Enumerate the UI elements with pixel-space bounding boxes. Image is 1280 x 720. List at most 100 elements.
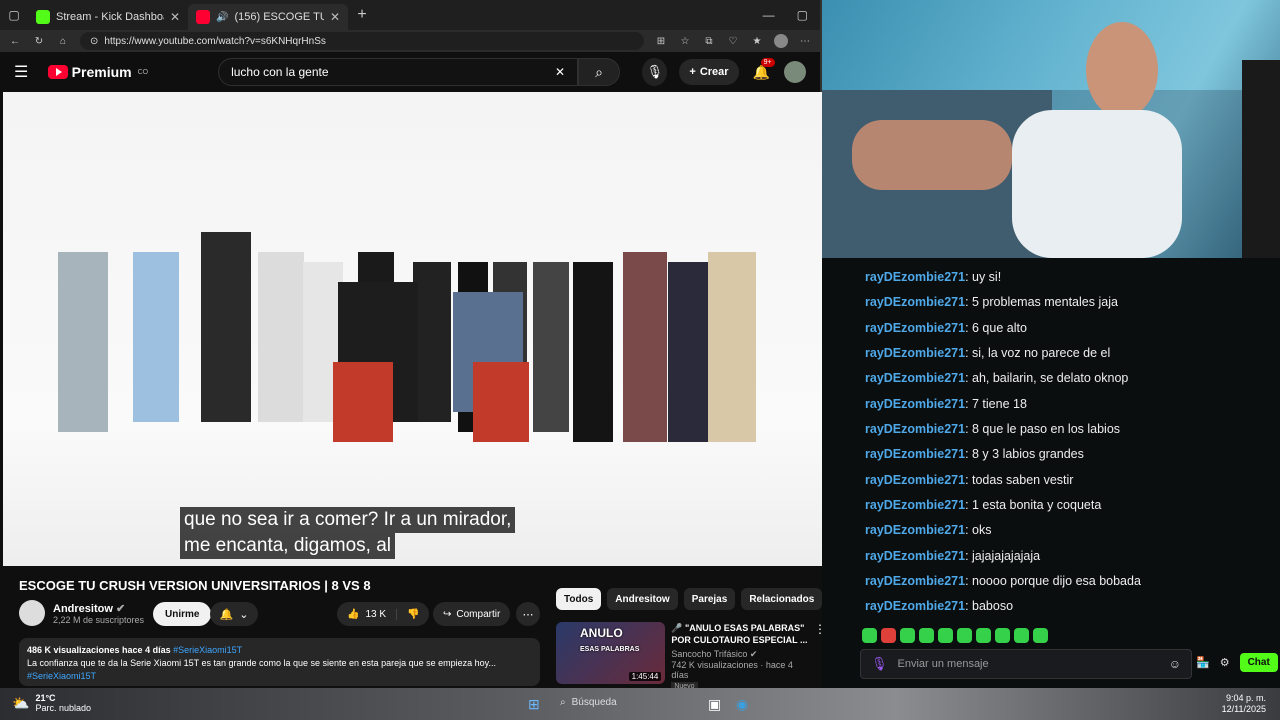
- chat-message: rayDEzombie271: 7 tiene 18: [865, 397, 1027, 411]
- menu-icon[interactable]: ☰: [14, 62, 36, 82]
- home-icon[interactable]: ⌂: [56, 36, 70, 47]
- tab-actions-icon[interactable]: ▢: [0, 8, 28, 22]
- create-label: Crear: [699, 66, 729, 78]
- emoji-icon[interactable]: ☺: [1169, 657, 1181, 671]
- store-icon[interactable]: 🏪: [1196, 656, 1210, 669]
- logo-region: CO: [137, 68, 149, 76]
- video-description[interactable]: 486 K visualizaciones hace 4 días #Serie…: [19, 638, 540, 686]
- notifications-button[interactable]: 🔔 9+: [753, 57, 775, 81]
- emote-icon[interactable]: [881, 628, 896, 643]
- windows-start-icon[interactable]: ⊞: [528, 696, 540, 713]
- verified-icon: ✔: [749, 649, 758, 659]
- taskbar-search[interactable]: ⌕ Búsqueda: [560, 697, 617, 708]
- emote-icon[interactable]: [1014, 628, 1029, 643]
- tab-youtube-video[interactable]: 🔊 (156) ESCOGE TU CRUSH VE ✕: [188, 4, 348, 30]
- emote-icon[interactable]: [957, 628, 972, 643]
- emote-icon[interactable]: [862, 628, 877, 643]
- create-button[interactable]: + Crear: [679, 59, 739, 85]
- site-info-icon[interactable]: ⊙: [90, 36, 98, 47]
- emote-icon[interactable]: [900, 628, 915, 643]
- share-button[interactable]: ↪ Compartir: [433, 602, 511, 626]
- clear-search-icon[interactable]: ✕: [555, 65, 565, 79]
- emote-icon[interactable]: [938, 628, 953, 643]
- chat-input[interactable]: 🎙 Enviar un mensaje ☺: [860, 649, 1192, 679]
- send-chat-button[interactable]: Chat: [1239, 653, 1278, 672]
- chip-todos[interactable]: Todos: [556, 588, 602, 610]
- emote-bar: [862, 628, 1048, 643]
- video-frame: [58, 232, 756, 442]
- dislike-button[interactable]: 👎: [397, 609, 429, 620]
- chat-message: rayDEzombie271: 8 que le paso en los lab…: [865, 422, 1121, 436]
- hashtag[interactable]: #SerieXiaomi15T: [27, 670, 532, 683]
- like-button[interactable]: 👍 13 K: [337, 608, 398, 620]
- address-bar-row: ← ↻ ⌂ ⊙ https://www.youtube.com/watch?v=…: [0, 30, 820, 52]
- recommended-thumbnail[interactable]: ANULO ESAS PALABRAS 1:45:44: [556, 622, 666, 684]
- settings-gear-icon[interactable]: ⚙: [1220, 656, 1230, 669]
- youtube-header: ☰ Premium CO lucho con la gente ✕ ⌕ 🎙 + …: [0, 52, 820, 92]
- tab-kick-dashboard[interactable]: Stream - Kick Dashboard ✕: [28, 4, 188, 30]
- search-bar: lucho con la gente ✕ ⌕: [218, 58, 621, 86]
- more-actions-button[interactable]: ⋯: [516, 602, 540, 626]
- search-query: lucho con la gente: [231, 65, 329, 79]
- search-button[interactable]: ⌕: [578, 58, 621, 86]
- join-button[interactable]: Unirme: [153, 602, 212, 626]
- extensions-icon[interactable]: ⧉: [702, 36, 716, 47]
- tab-title: Stream - Kick Dashboard: [56, 11, 164, 23]
- emote-icon[interactable]: [995, 628, 1010, 643]
- mic-icon[interactable]: 🎙: [871, 656, 888, 672]
- search-icon: ⌕: [560, 697, 566, 708]
- back-icon[interactable]: ←: [8, 36, 22, 47]
- video-title: ESCOGE TU CRUSH VERSION UNIVERSITARIOS |…: [19, 578, 371, 593]
- recommended-title[interactable]: 🎤 "ANULO ESAS PALABRAS" POR CULOTAURO ES…: [671, 622, 808, 646]
- task-view-icon[interactable]: ▣: [708, 696, 721, 713]
- subtitle-line-1: que no sea ir a comer? Ir a un mirador,: [180, 507, 516, 533]
- bell-icon: 🔔: [219, 608, 234, 621]
- account-avatar[interactable]: [784, 61, 806, 83]
- system-clock[interactable]: 9:04 p. m. 12/11/2025: [1222, 693, 1266, 715]
- youtube-logo[interactable]: Premium CO: [47, 64, 149, 80]
- clock-time: 9:04 p. m.: [1225, 693, 1266, 703]
- hashtag[interactable]: #SerieXiaomi15T: [173, 645, 242, 655]
- minimize-icon[interactable]: —: [763, 8, 775, 22]
- edge-browser-icon[interactable]: ◉: [736, 696, 748, 713]
- channel-info: Andresitow ✔ 2,22 M de suscriptores: [19, 600, 144, 626]
- more-menu-icon[interactable]: ⋯: [798, 36, 812, 47]
- close-tab-icon[interactable]: ✕: [170, 10, 180, 24]
- chip-andresitow[interactable]: Andresitow: [607, 588, 678, 610]
- favorites-icon[interactable]: ★: [750, 36, 764, 47]
- video-player[interactable]: [3, 92, 840, 566]
- subtitle-line-2: me encanta, digamos, al: [180, 533, 396, 559]
- channel-avatar[interactable]: [19, 600, 45, 626]
- chat-message: rayDEzombie271: 6 que alto: [865, 321, 1027, 335]
- reload-icon[interactable]: ↻: [32, 36, 46, 47]
- close-tab-icon[interactable]: ✕: [330, 10, 340, 24]
- share-label: Compartir: [456, 608, 501, 620]
- weather-widget[interactable]: ⛅ 21°C Parc. nublado: [12, 693, 91, 713]
- chair-shape: [1242, 60, 1280, 258]
- chip-relacionados[interactable]: Relacionados: [741, 588, 823, 610]
- favorite-star-icon[interactable]: ☆: [678, 36, 692, 47]
- url-field[interactable]: ⊙ https://www.youtube.com/watch?v=s6KNHq…: [80, 32, 644, 50]
- recommended-channel[interactable]: Sancocho Trifásico ✔: [671, 649, 808, 660]
- chat-message: rayDEzombie271: oks: [865, 523, 992, 537]
- voice-search-button[interactable]: 🎙: [642, 58, 668, 86]
- search-label: Búsqueda: [571, 697, 617, 708]
- new-tab-button[interactable]: +: [348, 6, 376, 24]
- chat-message: rayDEzombie271: noooo porque dijo esa bo…: [865, 574, 1141, 588]
- profile-icon[interactable]: [774, 34, 788, 48]
- maximize-icon[interactable]: ▢: [797, 8, 808, 22]
- speaker-icon[interactable]: 🔊: [216, 12, 228, 23]
- emote-icon[interactable]: [919, 628, 934, 643]
- chip-parejas[interactable]: Parejas: [683, 588, 736, 610]
- subscription-bell-button[interactable]: 🔔 ⌄: [210, 602, 258, 626]
- emote-icon[interactable]: [976, 628, 991, 643]
- apps-icon[interactable]: ⊞: [654, 36, 668, 47]
- browser-essentials-icon[interactable]: ♡: [726, 36, 740, 47]
- plus-icon: +: [689, 66, 696, 78]
- emote-icon[interactable]: [1033, 628, 1048, 643]
- search-input[interactable]: lucho con la gente ✕: [218, 58, 579, 86]
- recommended-video[interactable]: ANULO ESAS PALABRAS 1:45:44 🎤 "ANULO ESAS…: [556, 622, 826, 691]
- channel-name[interactable]: Andresitow ✔: [53, 602, 144, 615]
- verified-icon: ✔: [115, 602, 126, 615]
- webcam-scene: [822, 22, 1280, 258]
